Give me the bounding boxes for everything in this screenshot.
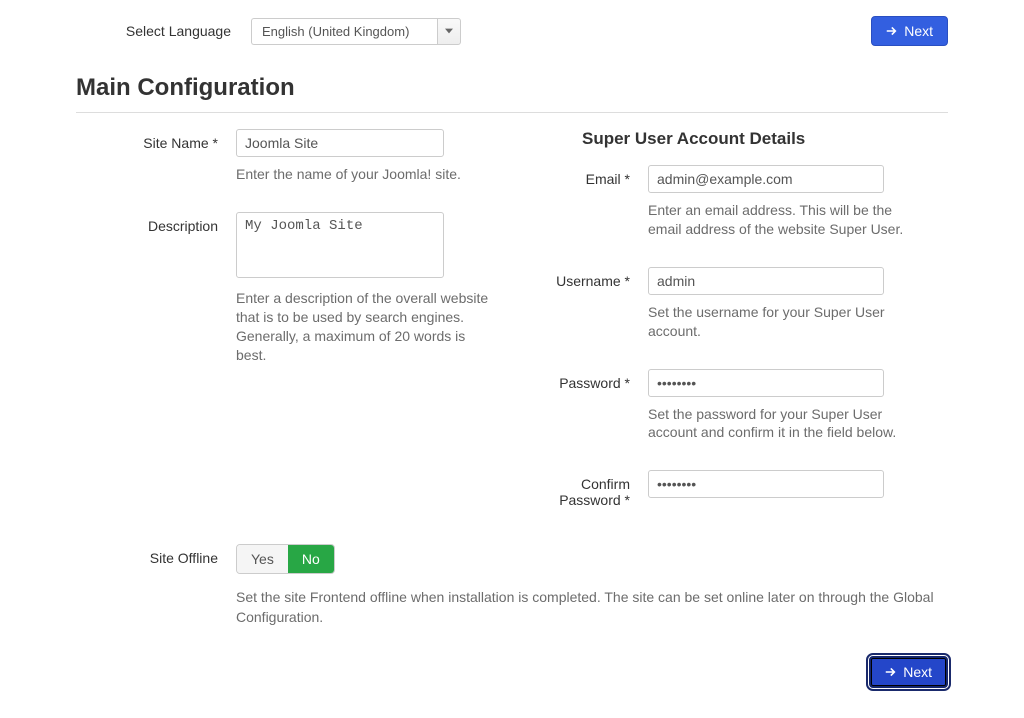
next-button-bottom[interactable]: Next (869, 656, 948, 688)
site-offline-help: Set the site Frontend offline when insta… (236, 588, 936, 627)
site-offline-label: Site Offline (76, 544, 236, 566)
email-help: Enter an email address. This will be the… (648, 201, 928, 239)
separator (76, 112, 948, 113)
password-label: Password * (532, 369, 648, 391)
next-button-bottom-label: Next (903, 664, 932, 680)
site-offline-toggle[interactable]: Yes No (236, 544, 335, 574)
password-help: Set the password for your Super User acc… (648, 405, 928, 443)
description-label: Description (76, 212, 236, 234)
confirm-password-input[interactable] (648, 470, 884, 498)
arrow-right-icon (886, 25, 898, 37)
email-label: Email * (532, 165, 648, 187)
chevron-down-icon (437, 18, 461, 45)
email-input[interactable] (648, 165, 884, 193)
arrow-right-icon (885, 666, 897, 678)
confirm-password-label: Confirm Password * (532, 470, 648, 508)
site-name-input[interactable] (236, 129, 444, 157)
username-help: Set the username for your Super User acc… (648, 303, 928, 341)
description-input[interactable] (236, 212, 444, 278)
next-button-top-label: Next (904, 23, 933, 39)
language-select[interactable]: English (United Kingdom) (251, 18, 461, 45)
site-name-help: Enter the name of your Joomla! site. (236, 165, 492, 184)
select-language-label: Select Language (76, 23, 231, 39)
site-offline-yes[interactable]: Yes (237, 545, 288, 573)
site-offline-no[interactable]: No (288, 545, 334, 573)
site-name-label: Site Name * (76, 129, 236, 151)
language-select-value: English (United Kingdom) (251, 18, 437, 45)
password-input[interactable] (648, 369, 884, 397)
super-user-heading: Super User Account Details (582, 129, 948, 149)
page-title: Main Configuration (76, 74, 948, 102)
username-input[interactable] (648, 267, 884, 295)
description-help: Enter a description of the overall websi… (236, 289, 492, 365)
username-label: Username * (532, 267, 648, 289)
next-button-top[interactable]: Next (871, 16, 948, 46)
